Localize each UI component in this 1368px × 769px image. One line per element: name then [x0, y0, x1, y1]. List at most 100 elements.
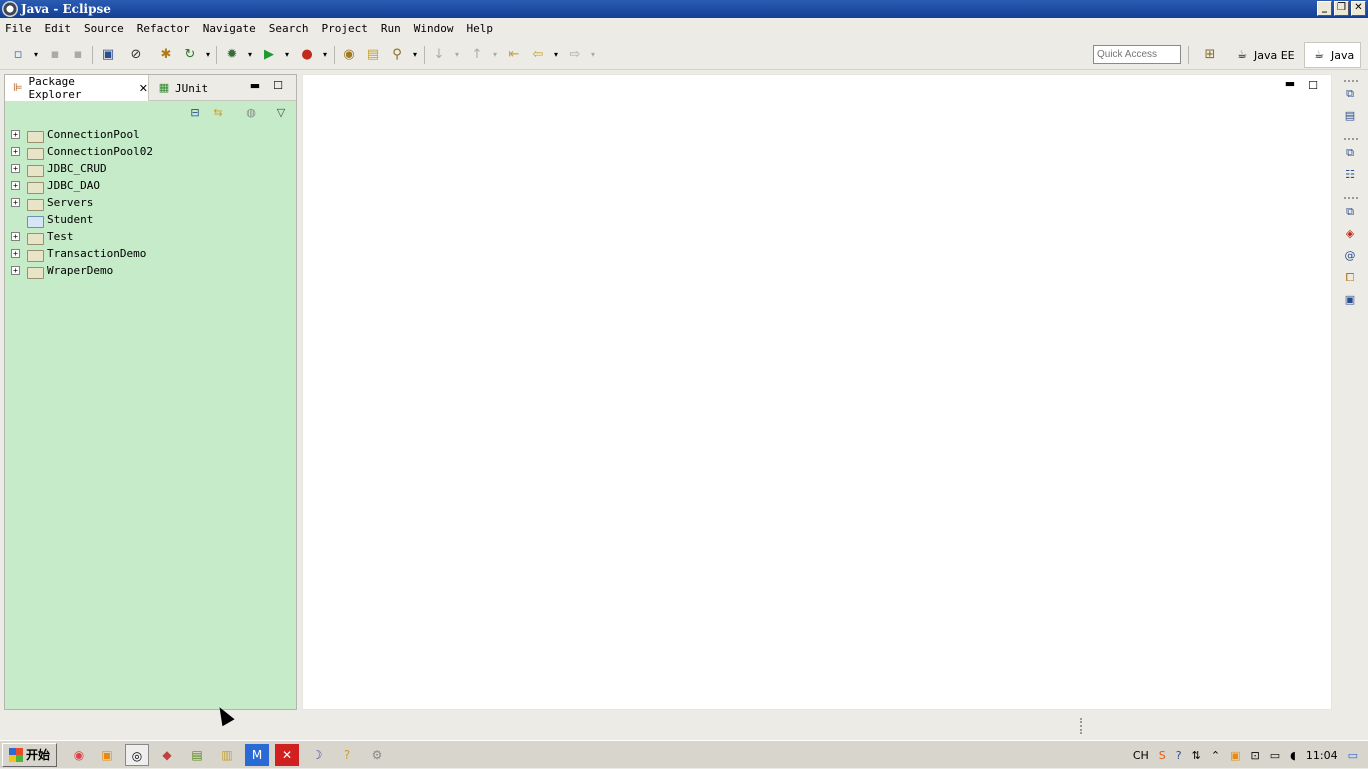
declaration-icon[interactable]: ⧠ [1342, 270, 1358, 286]
app-icon[interactable]: ⚙ [365, 744, 389, 766]
tree-item[interactable]: + Test [11, 228, 296, 245]
open-type-icon[interactable]: ◉ [341, 47, 357, 63]
menu-project[interactable]: Project [321, 22, 367, 35]
expand-icon[interactable]: + [11, 266, 20, 275]
app-icon[interactable]: ◆ [155, 744, 179, 766]
menu-navigate[interactable]: Navigate [203, 22, 256, 35]
dropdown-arrow-icon[interactable]: ▾ [28, 47, 44, 63]
close-window-button[interactable]: ✕ [1351, 1, 1366, 16]
external-tools-icon[interactable]: ● [299, 47, 315, 63]
menu-help[interactable]: Help [466, 22, 493, 35]
show-desktop-icon[interactable]: ▭ [1348, 749, 1358, 762]
dropdown-arrow-icon[interactable]: ▾ [585, 47, 601, 63]
problems-icon[interactable]: ◈ [1342, 226, 1358, 242]
open-folder-icon[interactable]: ▤ [365, 47, 381, 63]
console-view-icon[interactable]: ▣ [1342, 292, 1358, 308]
perspective-java[interactable]: ☕ Java [1304, 42, 1362, 68]
run-icon[interactable]: ▶ [261, 47, 277, 63]
tree-item[interactable]: + Servers [11, 194, 296, 211]
tree-item[interactable]: + WraperDemo [11, 262, 296, 279]
task-list-icon[interactable]: ▤ [1342, 108, 1358, 124]
link-with-editor-icon[interactable]: ⇆ [210, 105, 226, 121]
status-trim-handle[interactable] [1080, 718, 1083, 734]
tree-item[interactable]: Student [11, 211, 296, 228]
search-icon[interactable]: ⚲ [389, 47, 405, 63]
save-icon[interactable]: ▪ [47, 47, 63, 63]
restore-button[interactable]: ❐ [1334, 1, 1349, 16]
chrome-icon[interactable]: ◉ [67, 744, 91, 766]
notepad-icon[interactable]: ▤ [185, 744, 209, 766]
help-icon[interactable]: ? [335, 744, 359, 766]
view-menu-icon[interactable]: ▽ [273, 105, 289, 121]
tab-junit[interactable]: ▦ JUnit [155, 75, 235, 101]
editor-area[interactable]: ▬ ☐ [302, 74, 1332, 710]
dropdown-arrow-icon[interactable]: ▾ [407, 47, 423, 63]
forward-icon[interactable]: ⇨ [567, 47, 583, 63]
minimize-view-icon[interactable]: ▬ [248, 79, 262, 93]
last-edit-location-icon[interactable]: ⇤ [506, 47, 522, 63]
dropdown-arrow-icon[interactable]: ▾ [317, 47, 333, 63]
next-annotation-icon[interactable]: ↓ [431, 47, 447, 63]
tree-item[interactable]: + ConnectionPool02 [11, 143, 296, 160]
expand-icon[interactable]: + [11, 198, 20, 207]
tab-package-explorer[interactable]: ⊫ Package Explorer ✕ [5, 75, 149, 101]
start-button[interactable]: 开始 [2, 742, 58, 767]
restore-icon[interactable]: ⧉ [1342, 86, 1358, 102]
tray-arrow-icon[interactable]: ⇅ [1192, 749, 1201, 762]
restore-icon[interactable]: ⧉ [1342, 145, 1358, 161]
console-icon[interactable]: ▣ [100, 47, 116, 63]
app-icon[interactable]: ✕ [275, 743, 300, 766]
trim-handle[interactable] [1344, 80, 1358, 82]
collapse-all-icon[interactable]: ⊟ [187, 105, 203, 121]
language-indicator[interactable]: CH [1133, 749, 1149, 762]
open-perspective-icon[interactable]: ⊞ [1202, 47, 1218, 63]
dropdown-arrow-icon[interactable]: ▾ [242, 47, 258, 63]
tree-item[interactable]: + JDBC_CRUD [11, 160, 296, 177]
refresh-icon[interactable]: ↻ [182, 47, 198, 63]
expand-icon[interactable]: + [11, 249, 20, 258]
back-icon[interactable]: ⇦ [530, 47, 546, 63]
tree-item[interactable]: + TransactionDemo [11, 245, 296, 262]
dropdown-arrow-icon[interactable]: ▾ [487, 47, 503, 63]
explorer-icon[interactable]: ▥ [215, 744, 239, 766]
new-icon[interactable]: ▫ [10, 47, 26, 63]
app-icon[interactable]: ☽ [305, 744, 329, 766]
outline-icon[interactable]: ☷ [1342, 167, 1358, 183]
trim-handle[interactable] [1344, 197, 1358, 199]
help-tray-icon[interactable]: ? [1176, 749, 1182, 762]
menu-window[interactable]: Window [414, 22, 454, 35]
minimize-editor-icon[interactable]: ▬ [1283, 77, 1297, 91]
clock[interactable]: 11:04 [1306, 749, 1338, 762]
menu-search[interactable]: Search [269, 22, 309, 35]
save-all-icon[interactable]: ▪ [70, 47, 86, 63]
tree-item[interactable]: + ConnectionPool [11, 126, 296, 143]
debug-icon[interactable]: ✹ [224, 47, 240, 63]
expand-icon[interactable]: + [11, 130, 20, 139]
minimize-button[interactable]: _ [1317, 1, 1332, 16]
dropdown-arrow-icon[interactable]: ▾ [449, 47, 465, 63]
restore-icon[interactable]: ⧉ [1342, 204, 1358, 220]
eclipse-task-icon[interactable]: ◎ [125, 743, 150, 766]
dropdown-arrow-icon[interactable]: ▾ [548, 47, 564, 63]
quick-access-input[interactable] [1093, 45, 1181, 64]
input-method-icon[interactable]: S [1159, 749, 1166, 762]
close-icon[interactable]: ✕ [139, 82, 148, 95]
tray-app-icon[interactable]: ▣ [1230, 749, 1240, 762]
focus-active-task-icon[interactable]: ◍ [243, 105, 259, 121]
menu-edit[interactable]: Edit [45, 22, 72, 35]
previous-annotation-icon[interactable]: ↑ [469, 47, 485, 63]
menu-refactor[interactable]: Refactor [137, 22, 190, 35]
dropdown-arrow-icon[interactable]: ▾ [279, 47, 295, 63]
dropdown-arrow-icon[interactable]: ▾ [200, 47, 216, 63]
menu-file[interactable]: File [5, 22, 32, 35]
build-icon[interactable]: ✱ [158, 47, 174, 63]
media-player-icon[interactable]: M [245, 743, 270, 766]
tree-item[interactable]: + JDBC_DAO [11, 177, 296, 194]
expand-icon[interactable]: + [11, 164, 20, 173]
maximize-editor-icon[interactable]: ☐ [1306, 79, 1320, 93]
maximize-view-icon[interactable]: ☐ [271, 79, 285, 93]
trim-handle[interactable] [1344, 138, 1358, 140]
perspective-java-ee[interactable]: ☕ Java EE [1234, 43, 1295, 67]
tray-expand-icon[interactable]: ⌃ [1211, 749, 1220, 762]
volume-icon[interactable]: ◖ [1290, 749, 1296, 762]
